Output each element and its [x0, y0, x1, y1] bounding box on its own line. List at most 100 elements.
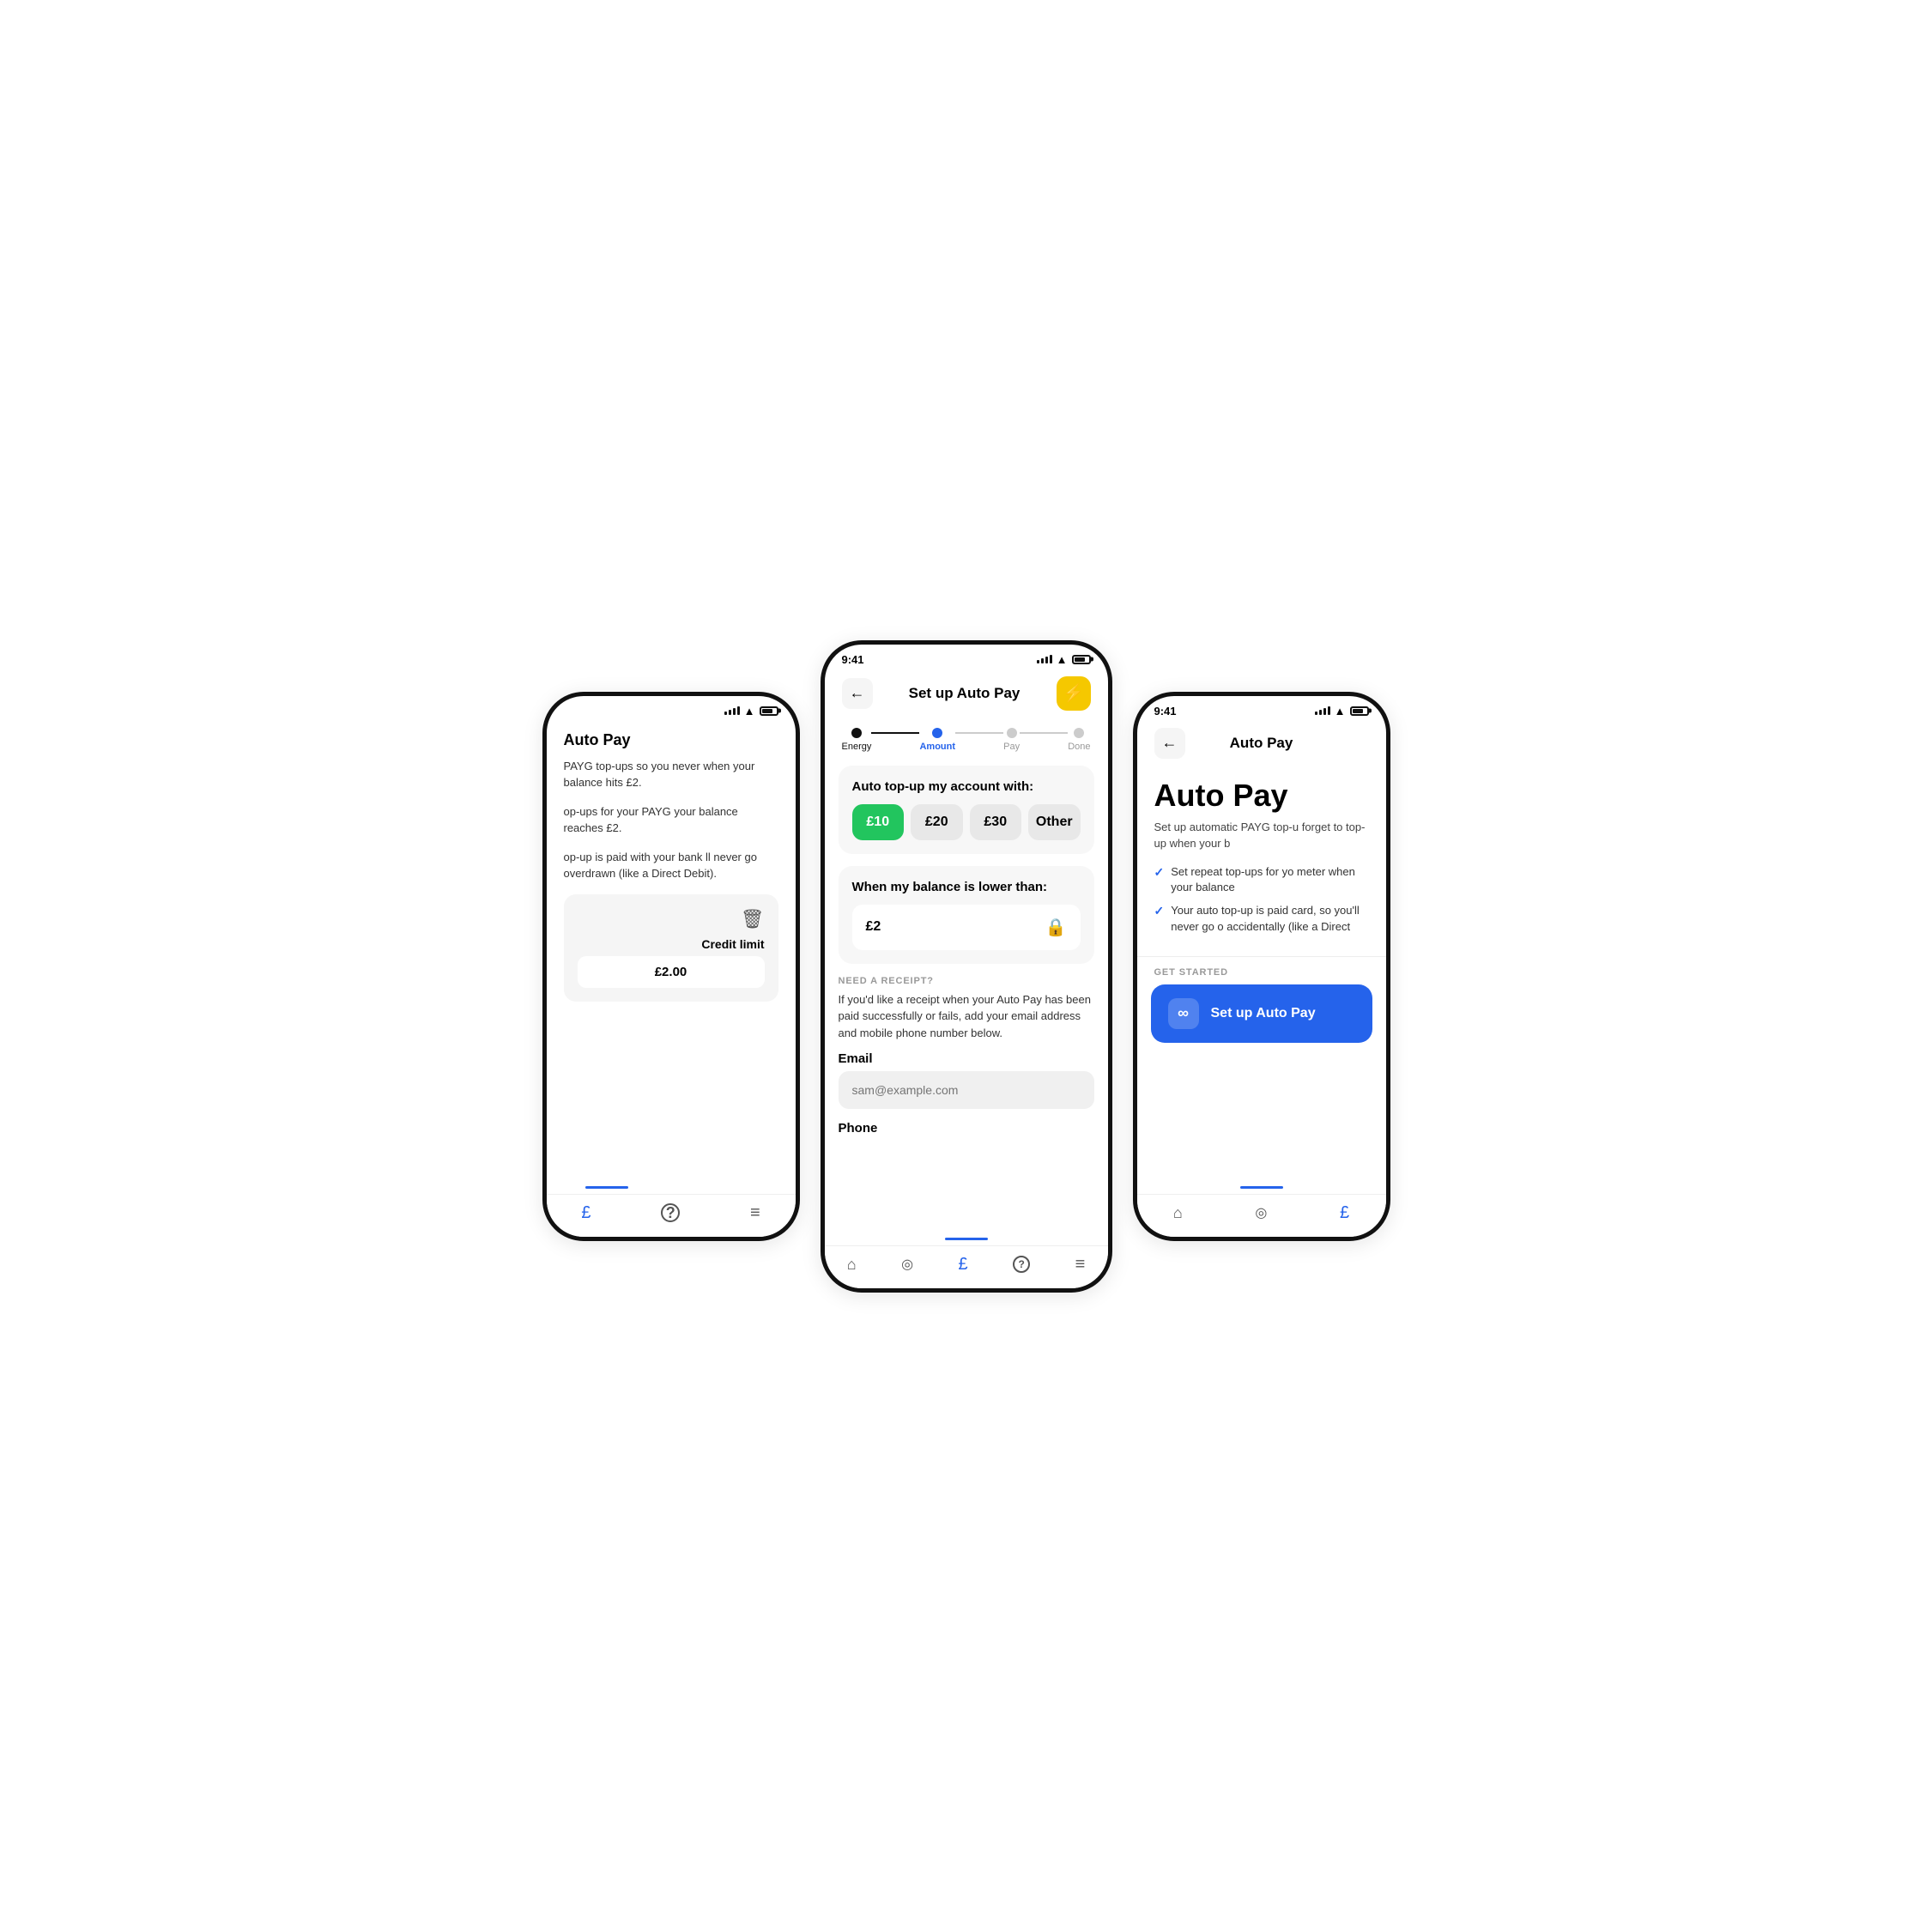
receipt-label: NEED A RECEIPT? [839, 976, 1094, 986]
left-status-icons: ▲ [724, 705, 778, 718]
right-tab-account[interactable]: £ [1340, 1203, 1349, 1223]
left-tab-menu-icon: ≡ [750, 1203, 760, 1223]
left-status-bar: ▲ [547, 696, 796, 721]
right-back-icon: ← [1162, 734, 1178, 752]
credit-limit-label: Credit limit [701, 937, 764, 951]
step-pay-label: Pay [1003, 742, 1020, 752]
step-line-1 [871, 732, 919, 734]
center-tab-home[interactable]: ⌂ [847, 1256, 857, 1274]
center-lightning-button[interactable]: ⚡ [1057, 676, 1091, 711]
step-line-2 [955, 732, 1003, 734]
left-phone: ▲ Auto Pay PAYG top-ups so you never whe… [542, 692, 800, 1241]
center-tab-usage[interactable]: ◎ [901, 1256, 913, 1273]
center-phone: 9:41 ▲ ← Set up Auto Pay ⚡ [821, 640, 1112, 1293]
balance-field: £2 🔒 [852, 905, 1081, 950]
autopay-checklist: ✓ Set repeat top-ups for yo meter when y… [1137, 864, 1386, 956]
right-time: 9:41 [1154, 705, 1177, 718]
balance-threshold-card: When my balance is lower than: £2 🔒 [839, 866, 1094, 964]
email-input[interactable] [839, 1071, 1094, 1109]
right-nav-header: ← Auto Pay [1137, 721, 1386, 769]
center-nav-header: ← Set up Auto Pay ⚡ [825, 669, 1108, 721]
step-energy-dot [851, 728, 862, 738]
check-mark-1: ✓ [1154, 865, 1165, 880]
check-text-2: Your auto top-up is paid card, so you'll… [1171, 903, 1368, 936]
step-amount-dot [932, 728, 942, 738]
trash-icon[interactable]: 🗑 [741, 908, 765, 930]
phone-label: Phone [839, 1121, 1094, 1136]
right-signal-icon [1315, 706, 1330, 715]
right-home-icon: ⌂ [1173, 1204, 1183, 1222]
center-tab-account[interactable]: £ [959, 1255, 968, 1275]
right-tab-bar: ⌂ ◎ £ [1137, 1194, 1386, 1237]
step-amount-label: Amount [919, 742, 955, 752]
center-tab-indicator [945, 1238, 988, 1240]
left-tab-help[interactable]: ? [661, 1203, 680, 1222]
receipt-text: If you'd like a receipt when your Auto P… [839, 991, 1094, 1042]
left-desc1: PAYG top-ups so you never when your bala… [564, 758, 778, 791]
center-battery-icon [1072, 655, 1091, 664]
infinity-symbol: ∞ [1178, 1004, 1189, 1022]
center-tab-help[interactable]: ? [1013, 1256, 1030, 1273]
right-phone: 9:41 ▲ ← Auto Pay Auto Pay Set up automa… [1133, 692, 1390, 1241]
center-menu-icon: ≡ [1075, 1255, 1086, 1275]
center-status-bar: 9:41 ▲ [825, 645, 1108, 669]
amount-10-button[interactable]: £10 [852, 804, 905, 840]
amount-buttons: £10 £20 £30 Other [852, 804, 1081, 840]
center-tab-menu[interactable]: ≡ [1075, 1255, 1086, 1275]
check-item-1: ✓ Set repeat top-ups for yo meter when y… [1154, 864, 1369, 897]
left-tab-bar: £ ? ≡ [547, 1194, 796, 1237]
check-text-1: Set repeat top-ups for yo meter when you… [1171, 864, 1368, 897]
step-line-3 [1020, 732, 1068, 734]
center-status-icons: ▲ [1037, 653, 1091, 666]
step-energy: Energy [842, 728, 872, 752]
right-status-bar: 9:41 ▲ [1137, 696, 1386, 721]
left-main-content: Auto Pay PAYG top-ups so you never when … [547, 721, 796, 1022]
step-amount: Amount [919, 728, 955, 752]
right-usage-icon: ◎ [1255, 1204, 1267, 1221]
scene: ▲ Auto Pay PAYG top-ups so you never whe… [494, 640, 1438, 1293]
left-tab-account-icon: £ [581, 1203, 591, 1223]
form-section: Email Phone [825, 1051, 1108, 1136]
step-done-label: Done [1068, 742, 1090, 752]
left-desc2: op-ups for your PAYG your balance reache… [564, 803, 778, 837]
center-nav-title: Set up Auto Pay [909, 685, 1021, 702]
center-home-icon: ⌂ [847, 1256, 857, 1274]
check-mark-2: ✓ [1154, 904, 1165, 918]
step-energy-label: Energy [842, 742, 872, 752]
right-tab-home[interactable]: ⌂ [1173, 1204, 1183, 1222]
amount-30-button[interactable]: £30 [970, 804, 1022, 840]
left-tab-help-icon: ? [661, 1203, 680, 1222]
delete-card: 🗑 Credit limit £2.00 [564, 894, 778, 1002]
center-lightning-icon: ⚡ [1063, 682, 1084, 704]
right-tab-indicator [1240, 1186, 1283, 1189]
center-wifi-icon: ▲ [1057, 653, 1068, 666]
right-nav-title: Auto Pay [1230, 735, 1293, 752]
left-desc3: op-up is paid with your bank ll never go… [564, 849, 778, 882]
step-pay-dot [1007, 728, 1017, 738]
balance-value: £2 [866, 919, 881, 935]
wifi-icon: ▲ [744, 705, 755, 718]
center-tab-bar: ⌂ ◎ £ ? ≡ [825, 1245, 1108, 1288]
right-account-icon: £ [1340, 1203, 1349, 1223]
left-tab-account[interactable]: £ [581, 1203, 591, 1223]
center-time: 9:41 [842, 653, 864, 666]
left-page-title: Auto Pay [564, 731, 778, 749]
left-tab-menu[interactable]: ≡ [750, 1203, 760, 1223]
center-back-button[interactable]: ← [842, 678, 873, 709]
right-battery-icon [1350, 706, 1369, 716]
credit-amount-value: £2.00 [578, 956, 765, 988]
setup-btn-label: Set up Auto Pay [1211, 1006, 1316, 1021]
center-account-icon: £ [959, 1255, 968, 1275]
get-started-label: GET STARTED [1137, 956, 1386, 984]
setup-autopay-button[interactable]: ∞ Set up Auto Pay [1151, 984, 1372, 1043]
signal-icon [724, 706, 740, 715]
receipt-section: NEED A RECEIPT? If you'd like a receipt … [825, 976, 1108, 1042]
amount-20-button[interactable]: £20 [911, 804, 963, 840]
amount-other-button[interactable]: Other [1028, 804, 1081, 840]
battery-icon [760, 706, 778, 716]
right-tab-usage[interactable]: ◎ [1255, 1204, 1267, 1221]
center-usage-icon: ◎ [901, 1256, 913, 1273]
right-back-button[interactable]: ← [1154, 728, 1185, 759]
topup-amount-card: Auto top-up my account with: £10 £20 £30… [839, 766, 1094, 854]
lock-icon: 🔒 [1045, 917, 1067, 938]
